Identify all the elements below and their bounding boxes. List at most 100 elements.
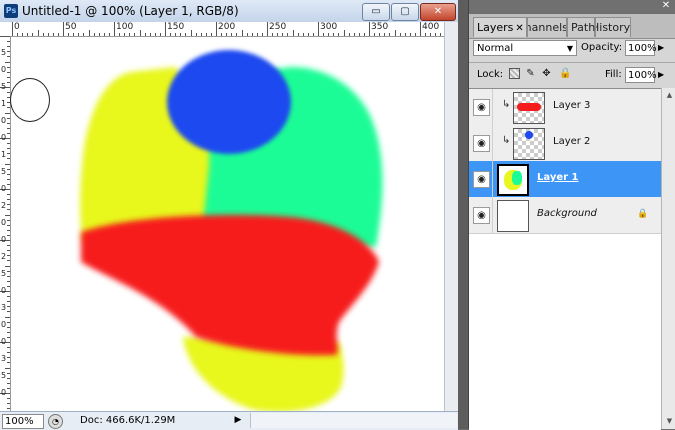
layers-vertical-scrollbar[interactable]: ▲ ▼ — [661, 88, 675, 429]
lock-icon: 🔒 — [637, 209, 649, 219]
lock-image-pixels-icon[interactable]: ✎ — [525, 68, 536, 79]
status-info-icon[interactable]: ◔ — [48, 414, 63, 429]
blue-paint — [167, 50, 291, 154]
ruler-tick — [37, 30, 39, 36]
ruler-tick — [0, 36, 10, 37]
ruler-label: 3 — [1, 354, 7, 363]
tab-channels[interactable]: Channels — [527, 17, 567, 37]
ruler-tick — [7, 66, 10, 68]
ruler-tick — [318, 22, 319, 36]
panel-close-icon[interactable]: ✕ — [659, 0, 673, 12]
panel-tabs: Layers✕ Channels Paths History — [469, 14, 675, 39]
ruler-tick — [154, 33, 156, 36]
ruler-tick — [7, 92, 10, 94]
tab-paths[interactable]: Paths — [567, 17, 601, 37]
eye-icon[interactable]: ◉ — [473, 99, 490, 116]
layer-row-layer-1[interactable]: ◉ Layer 1 — [469, 161, 661, 198]
ruler-tick — [63, 22, 64, 36]
ruler-tick — [358, 33, 360, 36]
ruler-tick — [7, 285, 10, 287]
scroll-up-icon[interactable]: ▲ — [662, 88, 675, 103]
blend-mode-select[interactable]: Normal ▼ — [473, 40, 577, 56]
ruler-tick — [83, 33, 85, 36]
opacity-slider-arrow-icon[interactable]: ▶ — [658, 43, 664, 52]
layer-row-layer-2[interactable]: ◉ ↳ Layer 2 — [469, 125, 661, 162]
maximize-button[interactable]: ▢ — [391, 3, 419, 21]
ruler-tick — [369, 22, 370, 36]
fill-input[interactable]: 100% — [625, 67, 657, 83]
tab-layers-label: Layers — [477, 21, 514, 34]
ruler-tick — [7, 107, 10, 109]
document-vertical-scrollbar[interactable] — [444, 22, 459, 411]
ruler-label: 0 — [14, 22, 20, 32]
fill-slider-arrow-icon[interactable]: ▶ — [658, 70, 664, 79]
ruler-label: 100 — [116, 22, 134, 32]
ruler-tick — [7, 403, 10, 405]
lock-all-icon[interactable]: 🔒 — [559, 68, 571, 79]
ruler-label: 0 — [1, 65, 7, 74]
status-menu-arrow-icon[interactable]: ▶ — [232, 414, 244, 427]
vertical-ruler[interactable]: 505100150200250300350 — [0, 36, 11, 411]
document-window: Ps Untitled-1 @ 100% (Layer 1, RGB/8) ▭ … — [0, 0, 459, 430]
image-canvas[interactable] — [11, 37, 444, 411]
layer-name[interactable]: Background — [537, 208, 597, 219]
ruler-tick — [241, 30, 243, 36]
ruler-tick — [7, 280, 10, 282]
ruler-tick — [5, 367, 10, 369]
horizontal-ruler[interactable]: 0 50 100 150 200 250 300 350 400 — [0, 22, 444, 37]
ruler-tick — [22, 33, 24, 36]
layer-row-background[interactable]: ◉ Background 🔒 — [469, 197, 661, 234]
layer-list: ◉ ↳ Layer 3 ◉ ↳ Layer 2 ◉ Layer 1 ◉ Back… — [469, 88, 661, 430]
ruler-tick — [68, 33, 70, 36]
minimize-button[interactable]: ▭ — [362, 3, 390, 21]
document-horizontal-scrollbar[interactable] — [250, 413, 457, 428]
opacity-input[interactable]: 100% — [625, 40, 657, 56]
tab-layers[interactable]: Layers ✕ — [473, 17, 527, 37]
ruler-tick — [190, 30, 192, 36]
ruler-tick — [312, 33, 314, 36]
ruler-tick — [47, 33, 49, 36]
ruler-label: 2 — [1, 201, 7, 210]
ruler-tick — [139, 30, 141, 36]
ruler-tick — [384, 33, 386, 36]
ruler-tick — [221, 33, 223, 36]
ruler-tick — [144, 33, 146, 36]
ruler-tick — [323, 33, 325, 36]
ruler-tick — [7, 234, 10, 236]
ruler-tick — [159, 33, 161, 36]
ruler-tick — [7, 224, 10, 226]
tab-history[interactable]: History — [595, 17, 631, 37]
lock-transparent-pixels-icon[interactable] — [509, 68, 520, 79]
ruler-label: 3 — [1, 303, 7, 312]
zoom-level-input[interactable]: 100% — [2, 414, 44, 429]
layer-row-layer-3[interactable]: ◉ ↳ Layer 3 — [469, 89, 661, 126]
scroll-down-icon[interactable]: ▼ — [662, 414, 675, 429]
ruler-tick — [7, 398, 10, 400]
close-button[interactable]: ✕ — [420, 3, 456, 21]
clipping-link-icon: ↳ — [502, 99, 511, 110]
layer-name[interactable]: Layer 1 — [537, 172, 578, 183]
ruler-tick — [134, 33, 136, 36]
eye-icon[interactable]: ◉ — [473, 207, 490, 224]
ruler-tick — [124, 33, 126, 36]
ruler-tick — [374, 33, 376, 36]
eye-icon[interactable]: ◉ — [473, 171, 490, 188]
ruler-tick — [7, 362, 10, 364]
document-title-bar[interactable]: Ps Untitled-1 @ 100% (Layer 1, RGB/8) ▭ … — [0, 0, 458, 23]
ruler-tick — [7, 204, 10, 206]
tab-close-icon[interactable]: ✕ — [515, 23, 523, 34]
ruler-tick — [210, 33, 212, 36]
layer-thumbnail — [497, 200, 529, 232]
layer-name[interactable]: Layer 3 — [553, 100, 590, 111]
ruler-tick — [7, 56, 10, 58]
eye-icon[interactable]: ◉ — [473, 135, 490, 152]
ruler-tick — [7, 143, 10, 145]
layers-panel: ✕ Layers✕ Channels Paths History Normal … — [468, 0, 675, 430]
ruler-tick — [7, 127, 10, 129]
ruler-tick — [363, 33, 365, 36]
panel-header-bar[interactable]: ✕ — [469, 0, 675, 14]
lock-position-icon[interactable]: ✥ — [541, 68, 552, 79]
ruler-tick — [108, 33, 110, 36]
layer-name[interactable]: Layer 2 — [553, 136, 590, 147]
ruler-tick — [282, 33, 284, 36]
